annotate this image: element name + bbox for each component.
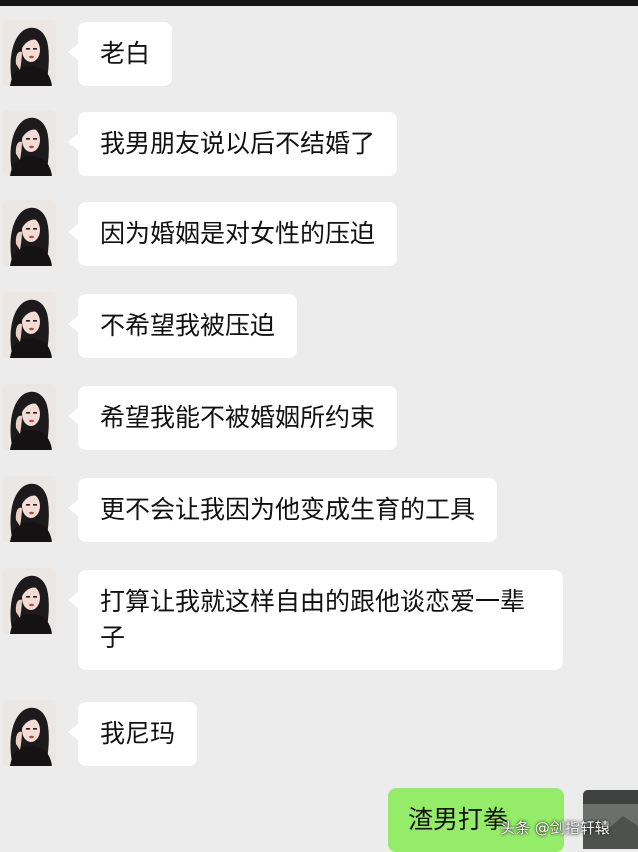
message-text: 更不会让我因为他变成生育的工具	[100, 495, 476, 524]
contact-avatar[interactable]	[2, 20, 56, 86]
girl-portrait-icon	[2, 200, 56, 266]
message-text: 因为婚姻是对女性的压迫	[100, 219, 376, 248]
received-message-bubble[interactable]: 我尼玛	[67, 702, 198, 766]
received-message-bubble[interactable]: 因为婚姻是对女性的压迫	[67, 202, 398, 266]
chat-message-list[interactable]: 老白 我男朋友说以后不结婚了 因为婚姻是对女性的压迫 不希望我被压迫 希望我能不	[0, 0, 638, 852]
message-text: 我尼玛	[100, 719, 176, 748]
message-text: 渣男打拳	[408, 805, 509, 834]
contact-avatar[interactable]	[2, 110, 56, 176]
girl-portrait-icon	[2, 110, 56, 176]
message-text: 我男朋友说以后不结婚了	[100, 129, 376, 158]
contact-avatar[interactable]	[2, 384, 56, 450]
girl-portrait-icon	[2, 568, 56, 634]
girl-portrait-icon	[2, 476, 56, 542]
message-text: 老白	[100, 39, 151, 68]
contact-avatar[interactable]	[2, 476, 56, 542]
contact-avatar[interactable]	[2, 200, 56, 266]
received-message-bubble[interactable]: 希望我能不被婚姻所约束	[67, 386, 398, 450]
platform-watermark: 头条 @剑指轩辕	[500, 819, 610, 837]
contact-avatar[interactable]	[2, 700, 56, 766]
contact-avatar[interactable]	[2, 292, 56, 358]
girl-portrait-icon	[2, 20, 56, 86]
message-text: 希望我能不被婚姻所约束	[100, 403, 376, 432]
received-message-bubble[interactable]: 我男朋友说以后不结婚了	[67, 112, 398, 176]
girl-portrait-icon	[2, 384, 56, 450]
received-message-bubble[interactable]: 不希望我被压迫	[67, 294, 298, 358]
received-message-bubble[interactable]: 老白	[67, 22, 173, 86]
received-message-bubble[interactable]: 更不会让我因为他变成生育的工具	[67, 478, 498, 542]
message-text: 不希望我被压迫	[100, 311, 276, 340]
message-text: 打算让我就这样自由的跟他谈恋爱一辈子	[100, 587, 526, 652]
girl-portrait-icon	[2, 700, 56, 766]
contact-avatar[interactable]	[2, 568, 56, 634]
received-message-bubble[interactable]: 打算让我就这样自由的跟他谈恋爱一辈子	[68, 570, 563, 670]
girl-portrait-icon	[2, 292, 56, 358]
